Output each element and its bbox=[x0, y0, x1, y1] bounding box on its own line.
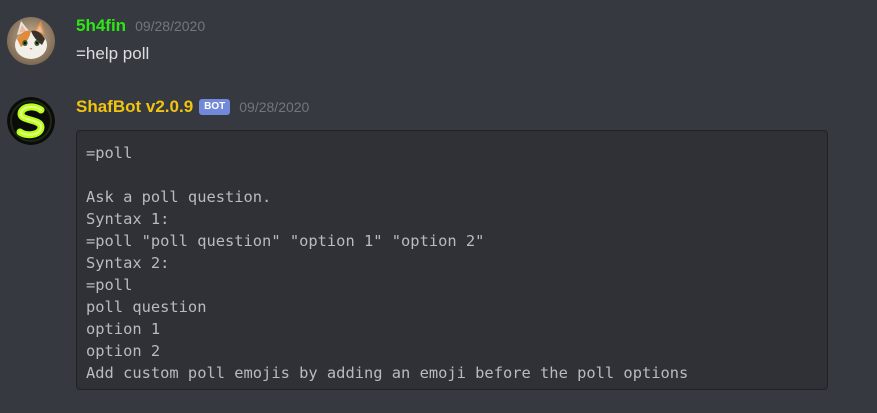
code-line: Ask a poll question. bbox=[86, 188, 272, 206]
code-line: =poll bbox=[86, 144, 133, 162]
code-line: poll question bbox=[86, 298, 207, 316]
message-user: 5h4fin 09/28/2020 =help poll bbox=[0, 0, 877, 80]
message-header: 5h4fin 09/28/2020 bbox=[76, 15, 205, 37]
bot-badge: BOT bbox=[199, 99, 231, 115]
message-text: =help poll bbox=[76, 44, 150, 63]
code-line: Syntax 2: bbox=[86, 254, 170, 272]
code-block: =poll Ask a poll question. Syntax 1: =po… bbox=[76, 130, 828, 390]
bot-avatar[interactable] bbox=[7, 97, 55, 145]
code-line: Syntax 1: bbox=[86, 210, 170, 228]
code-line: option 1 bbox=[86, 320, 161, 338]
username[interactable]: ShafBot v2.0.9 bbox=[76, 96, 193, 118]
bot-s-logo-icon bbox=[7, 97, 55, 145]
timestamp: 09/28/2020 bbox=[239, 99, 310, 115]
message-header: ShafBot v2.0.9 BOT 09/28/2020 bbox=[76, 96, 309, 118]
username[interactable]: 5h4fin bbox=[76, 15, 126, 37]
message-bot: ShafBot v2.0.9 BOT 09/28/2020 =poll Ask … bbox=[0, 85, 877, 413]
cat-avatar-icon bbox=[7, 17, 55, 65]
code-line: option 2 bbox=[86, 342, 161, 360]
user-avatar[interactable] bbox=[7, 17, 55, 65]
timestamp: 09/28/2020 bbox=[135, 18, 206, 34]
code-line: =poll "poll question" "option 1" "option… bbox=[86, 232, 485, 250]
code-line: Add custom poll emojis by adding an emoj… bbox=[86, 364, 689, 382]
code-line: =poll bbox=[86, 276, 133, 294]
